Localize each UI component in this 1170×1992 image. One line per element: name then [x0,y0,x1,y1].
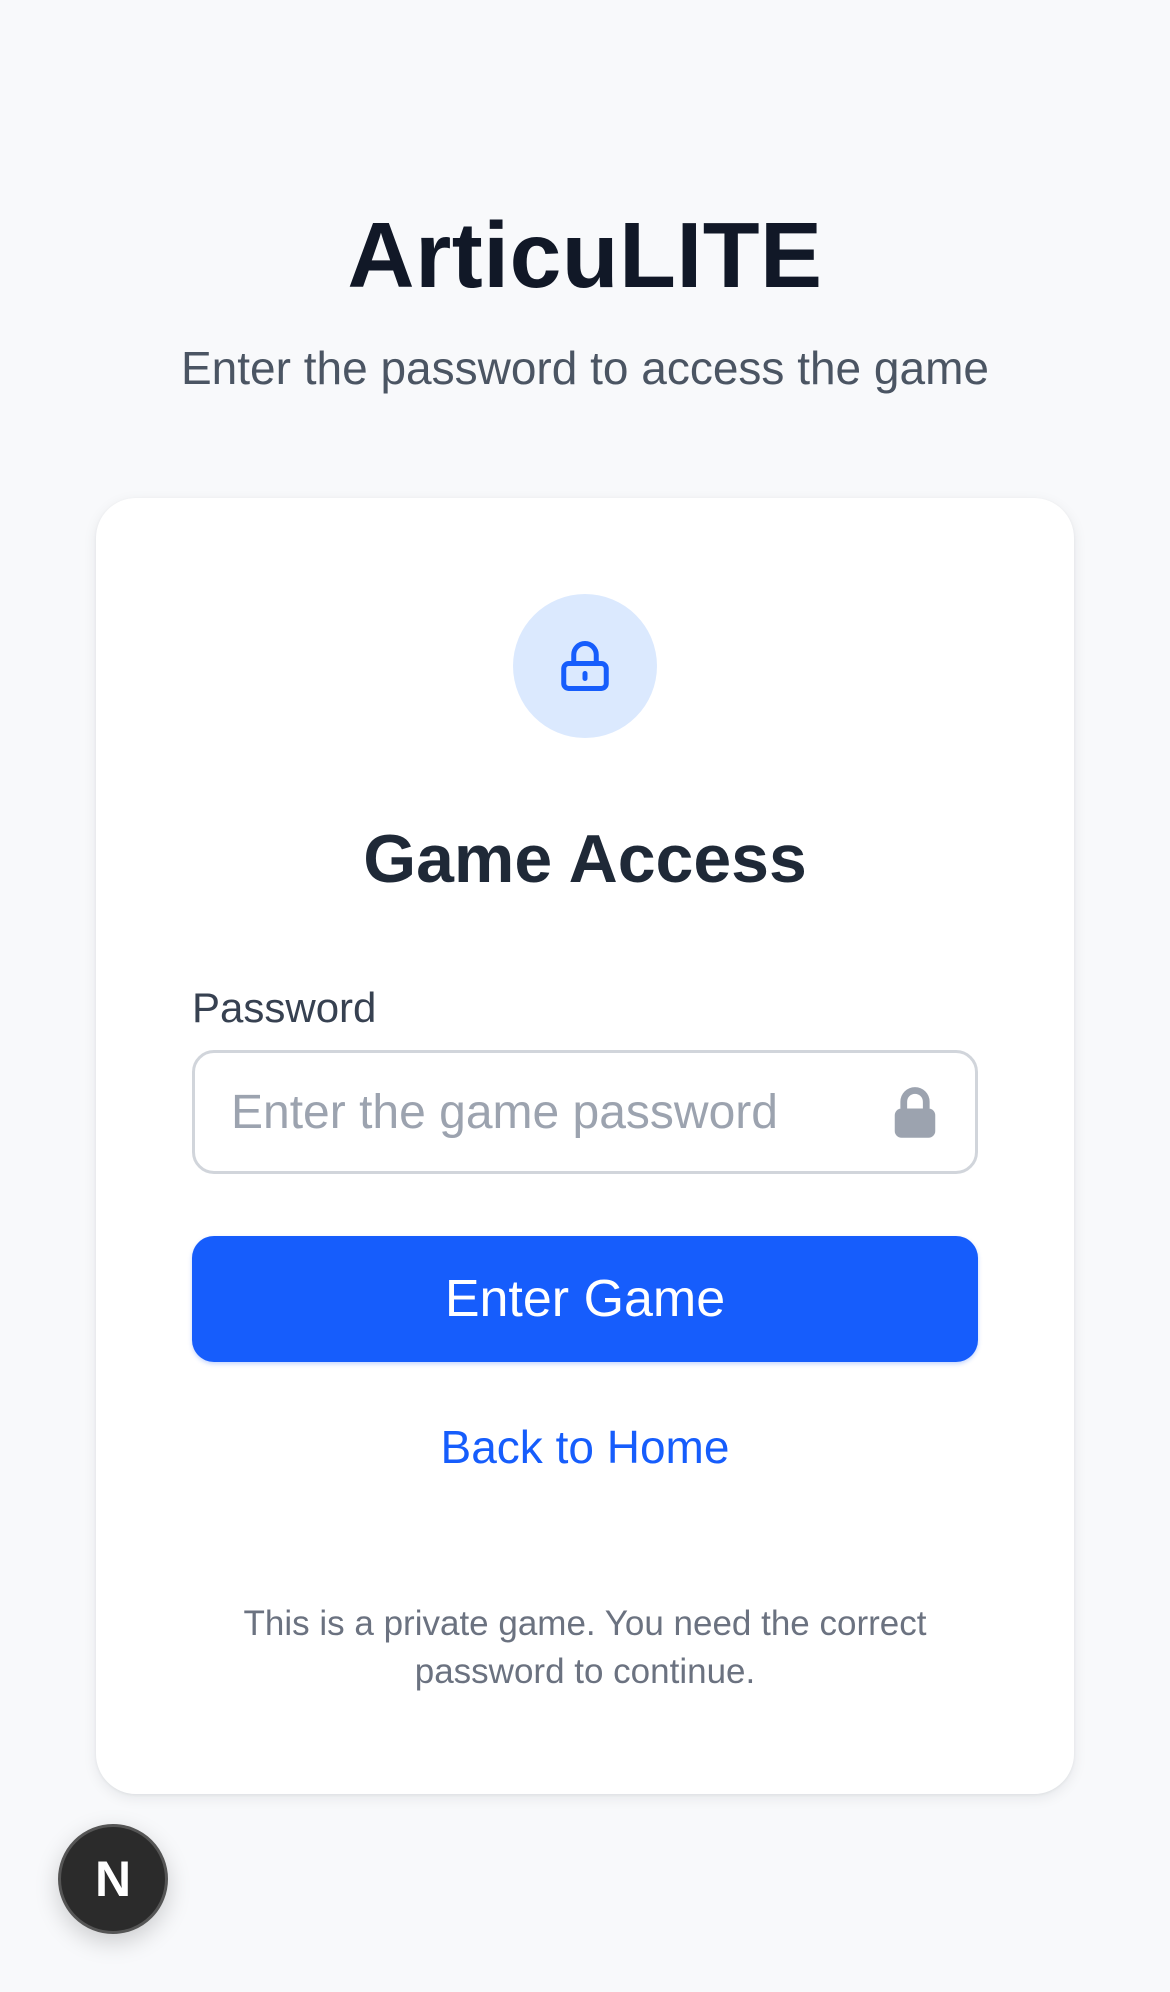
private-game-note: This is a private game. You need the cor… [243,1604,927,1691]
password-label: Password [192,984,377,1031]
back-to-home-row: Back to Home [96,1418,1074,1476]
card-title: Game Access [363,821,807,897]
app-title: ArticuLITE [347,203,823,307]
lock-icon [561,641,609,691]
lock-badge [513,594,657,738]
dev-tools-badge[interactable]: N [58,1824,168,1934]
back-to-home-link[interactable]: Back to Home [441,1421,730,1473]
lock-icon [892,1086,938,1140]
enter-game-button[interactable]: Enter Game [192,1236,978,1362]
game-access-card: Game Access Password Enter Game Back to … [96,498,1074,1794]
password-input[interactable] [192,1050,978,1174]
app-subtitle: Enter the password to access the game [181,342,989,394]
password-field [192,1050,978,1174]
next-logo-icon: N [94,1851,132,1907]
